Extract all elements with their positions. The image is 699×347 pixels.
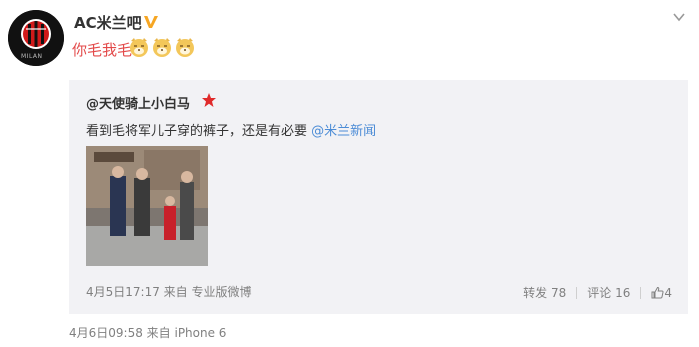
dog-emoji-icon bbox=[176, 38, 194, 57]
dog-emoji-icon bbox=[153, 38, 171, 57]
comment-button[interactable]: 评论 16 bbox=[587, 284, 630, 301]
author-avatar[interactable]: MILAN bbox=[8, 10, 64, 66]
post-text: 你毛我毛 bbox=[72, 41, 133, 59]
post-meta: 4月6日09:58 来自 iPhone 6 bbox=[69, 326, 227, 340]
original-body: 看到毛将军儿子穿的裤子，还是有必要 bbox=[86, 124, 312, 139]
author-name[interactable]: AC米兰吧 bbox=[74, 12, 142, 33]
original-text: 看到毛将军儿子穿的裤子，还是有必要 @米兰新闻 bbox=[86, 120, 376, 139]
star-badge-icon bbox=[202, 93, 216, 107]
divider bbox=[640, 286, 642, 299]
repost-button[interactable]: 转发 78 bbox=[523, 284, 566, 301]
emoji-row bbox=[128, 36, 196, 58]
like-count: 4 bbox=[664, 285, 672, 300]
dog-emoji-icon bbox=[130, 38, 148, 57]
action-bar: 转发 78 评论 16 4 bbox=[523, 284, 672, 301]
avatar-text: MILAN bbox=[21, 53, 43, 60]
verified-v-icon bbox=[144, 16, 158, 28]
mention-link[interactable]: @米兰新闻 bbox=[311, 124, 376, 139]
repost-card: @天使骑上小白马 看到毛将军儿子穿的裤子，还是有必要 @米兰新闻 4月5日17:… bbox=[69, 80, 688, 314]
photo-thumbnail[interactable] bbox=[86, 146, 208, 266]
chevron-down-icon[interactable] bbox=[672, 10, 686, 24]
like-thumb-icon bbox=[651, 286, 664, 298]
divider bbox=[576, 286, 578, 299]
original-author[interactable]: @天使骑上小白马 bbox=[86, 93, 190, 112]
like-button[interactable]: 4 bbox=[651, 286, 672, 300]
original-meta: 4月5日17:17 来自 专业版微博 bbox=[86, 285, 252, 299]
